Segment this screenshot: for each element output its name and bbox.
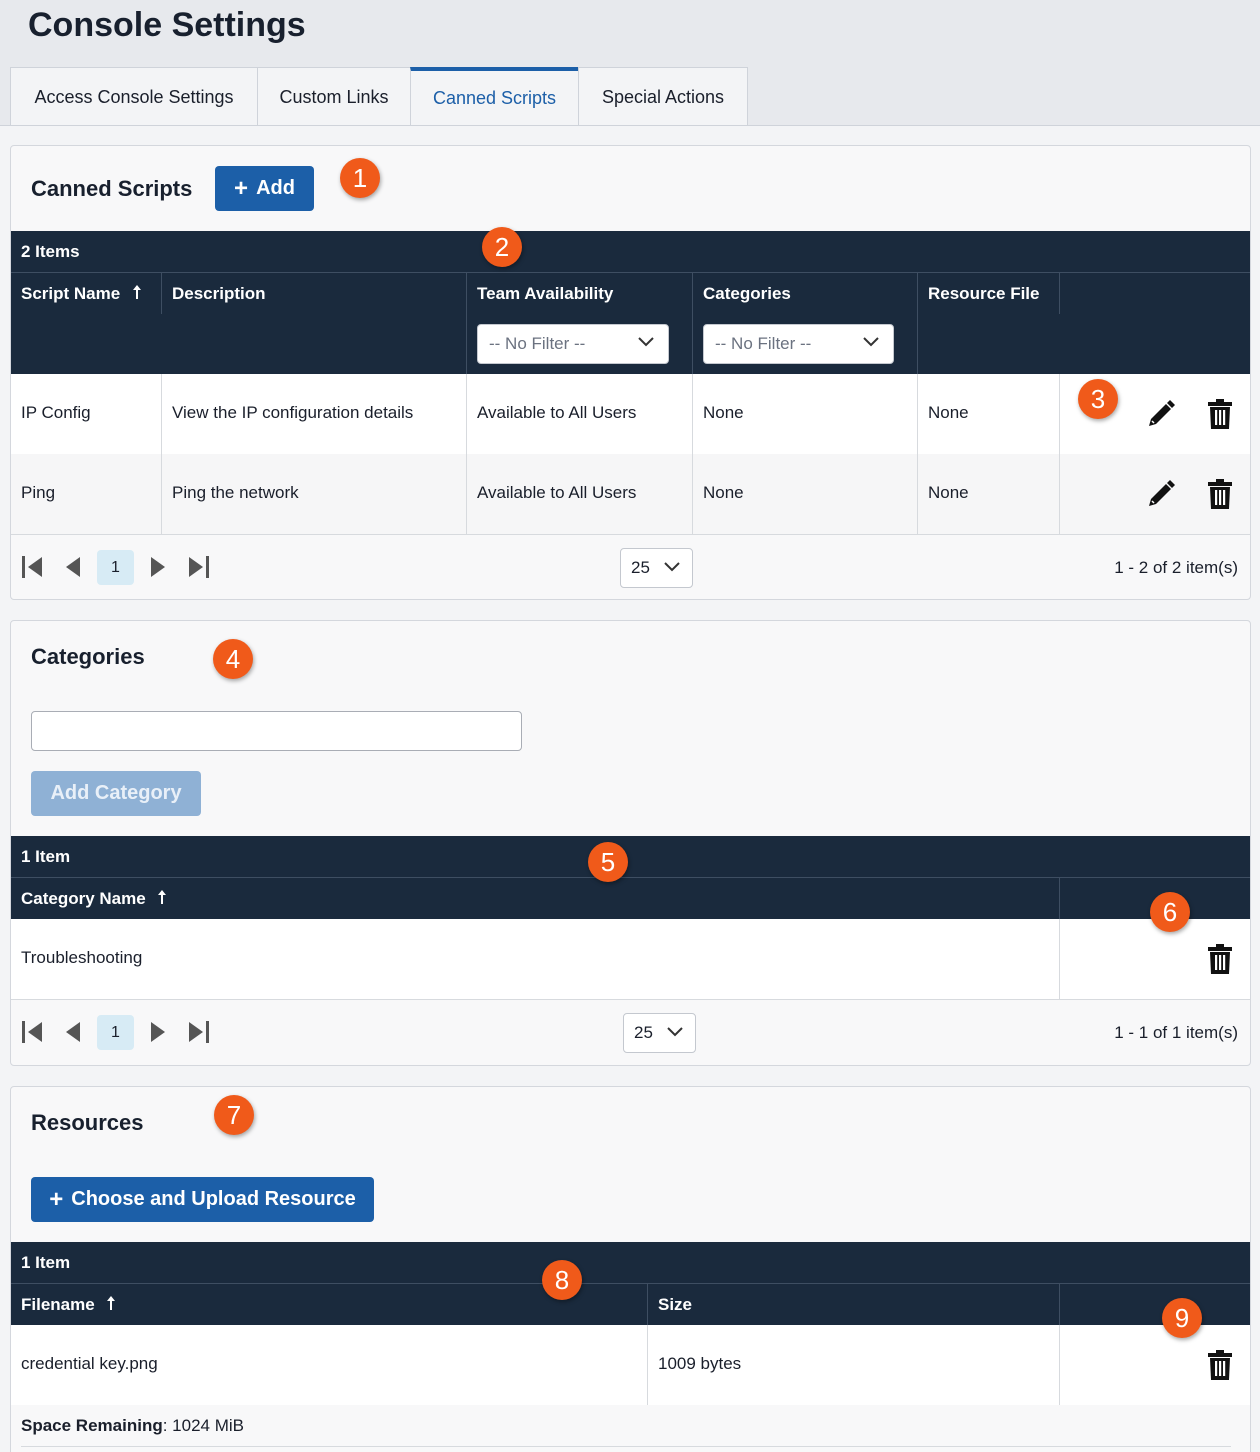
annotation-marker-8: 8 <box>542 1260 582 1300</box>
page-size-select[interactable]: 25 <box>620 548 693 588</box>
space-remaining: Space Remaining: 1024 MiB <box>21 1416 244 1436</box>
delete-trash-icon[interactable] <box>1207 478 1233 510</box>
page-number-button[interactable]: 1 <box>97 1015 134 1050</box>
page-title: Console Settings <box>28 6 306 44</box>
categories-item-count: 1 Item <box>21 847 71 866</box>
pager-info: 1 - 2 of 2 item(s) <box>1114 558 1238 577</box>
upload-label: Choose and Upload Resource <box>71 1188 356 1210</box>
page-size-select[interactable]: 25 <box>623 1013 696 1053</box>
annotation-marker-5: 5 <box>588 842 628 882</box>
footer-divider <box>21 1446 1231 1447</box>
annotation-marker-4: 4 <box>213 639 253 679</box>
resources-item-count: 1 Item <box>21 1253 71 1272</box>
table-row[interactable]: IP Config View the IP configuration deta… <box>11 374 1250 454</box>
choose-upload-resource-button[interactable]: + Choose and Upload Resource <box>31 1177 374 1222</box>
column-script-name[interactable]: Script Name <box>21 284 143 304</box>
column-description[interactable]: Description <box>172 284 266 304</box>
team-cell: Available to All Users <box>477 403 637 422</box>
add-script-button[interactable]: + Add <box>215 166 314 211</box>
team-cell: Available to All Users <box>477 483 637 502</box>
column-categories[interactable]: Categories <box>703 284 791 304</box>
column-category-name[interactable]: Category Name <box>21 889 168 909</box>
annotation-marker-1: 1 <box>340 158 380 198</box>
space-remaining-value: : 1024 MiB <box>162 1416 244 1435</box>
category-name-cell: Troubleshooting <box>21 948 143 967</box>
scripts-pager: 1 25 1 - 2 of 2 item(s) <box>11 534 1250 599</box>
delete-trash-icon[interactable] <box>1207 943 1233 975</box>
space-remaining-label: Space Remaining <box>21 1416 163 1435</box>
delete-trash-icon[interactable] <box>1207 398 1233 430</box>
annotation-marker-7: 7 <box>214 1095 254 1135</box>
sort-ascending-icon <box>158 890 167 904</box>
scripts-item-count: 2 Items <box>21 242 80 261</box>
chevron-down-icon <box>667 1027 683 1037</box>
plus-icon: + <box>234 174 249 202</box>
resource-cell: None <box>928 403 969 422</box>
previous-page-icon[interactable] <box>64 1020 82 1044</box>
add-script-label: Add <box>256 177 295 199</box>
header-divider <box>11 272 1250 273</box>
chevron-down-icon <box>638 337 654 347</box>
categories-title: Categories <box>31 644 145 669</box>
filename-cell: credential key.png <box>21 1354 158 1373</box>
previous-page-icon[interactable] <box>64 555 82 579</box>
sort-ascending-icon <box>132 285 141 299</box>
script-name-cell: Ping <box>21 483 56 502</box>
tab-bar: Access Console Settings Custom Links Can… <box>10 67 748 126</box>
plus-icon: + <box>49 1185 64 1213</box>
page-number-button[interactable]: 1 <box>97 550 134 585</box>
tab-custom-links[interactable]: Custom Links <box>257 67 411 126</box>
team-availability-filter[interactable]: -- No Filter -- <box>477 324 669 364</box>
description-cell: View the IP configuration details <box>172 403 414 422</box>
last-page-icon[interactable] <box>188 555 210 579</box>
edit-pencil-icon[interactable] <box>1145 398 1177 430</box>
annotation-marker-3: 3 <box>1078 379 1118 419</box>
canned-scripts-panel: Canned Scripts + Add 2 Items Script Name… <box>10 145 1251 600</box>
edit-pencil-icon[interactable] <box>1145 478 1177 510</box>
column-team-availability[interactable]: Team Availability <box>477 284 613 304</box>
first-page-icon[interactable] <box>21 1020 43 1044</box>
tab-special-actions[interactable]: Special Actions <box>578 67 748 126</box>
categories-panel: Categories Add Category 1 Item Category … <box>10 620 1251 1066</box>
tab-access-console-settings[interactable]: Access Console Settings <box>10 67 258 126</box>
annotation-marker-6: 6 <box>1150 892 1190 932</box>
chevron-down-icon <box>863 337 879 347</box>
last-page-icon[interactable] <box>188 1020 210 1044</box>
column-resource-file[interactable]: Resource File <box>928 284 1040 304</box>
delete-trash-icon[interactable] <box>1207 1349 1233 1381</box>
categories-cell: None <box>703 403 744 422</box>
categories-filter[interactable]: -- No Filter -- <box>703 324 894 364</box>
canned-scripts-title: Canned Scripts <box>31 176 193 201</box>
next-page-icon[interactable] <box>149 1020 167 1044</box>
categories-pager: 1 25 1 - 1 of 1 item(s) <box>11 999 1250 1065</box>
next-page-icon[interactable] <box>149 555 167 579</box>
pager-info: 1 - 1 of 1 item(s) <box>1114 1023 1238 1042</box>
chevron-down-icon <box>664 562 680 572</box>
resource-cell: None <box>928 483 969 502</box>
add-category-button[interactable]: Add Category <box>31 771 201 816</box>
category-name-input[interactable] <box>31 711 522 751</box>
size-cell: 1009 bytes <box>658 1354 742 1373</box>
column-filename[interactable]: Filename <box>21 1295 117 1315</box>
first-page-icon[interactable] <box>21 555 43 579</box>
tab-canned-scripts[interactable]: Canned Scripts <box>410 67 579 126</box>
resources-title: Resources <box>31 1110 144 1135</box>
annotation-marker-2: 2 <box>482 227 522 267</box>
categories-grid-header: 1 Item Category Name <box>11 836 1250 919</box>
description-cell: Ping the network <box>172 483 299 502</box>
table-row[interactable]: credential key.png 1009 bytes <box>11 1325 1250 1405</box>
resources-grid-header: 1 Item Filename Size <box>11 1242 1250 1325</box>
table-row[interactable]: Ping Ping the network Available to All U… <box>11 454 1250 534</box>
table-row[interactable]: Troubleshooting <box>11 919 1250 999</box>
categories-cell: None <box>703 483 744 502</box>
scripts-grid-header: 2 Items Script Name Description Team Ava… <box>11 231 1250 374</box>
sort-ascending-icon <box>107 1296 116 1310</box>
column-size[interactable]: Size <box>658 1295 692 1315</box>
script-name-cell: IP Config <box>21 403 91 422</box>
resources-panel: Resources + Choose and Upload Resource 1… <box>10 1086 1251 1452</box>
annotation-marker-9: 9 <box>1162 1298 1202 1338</box>
